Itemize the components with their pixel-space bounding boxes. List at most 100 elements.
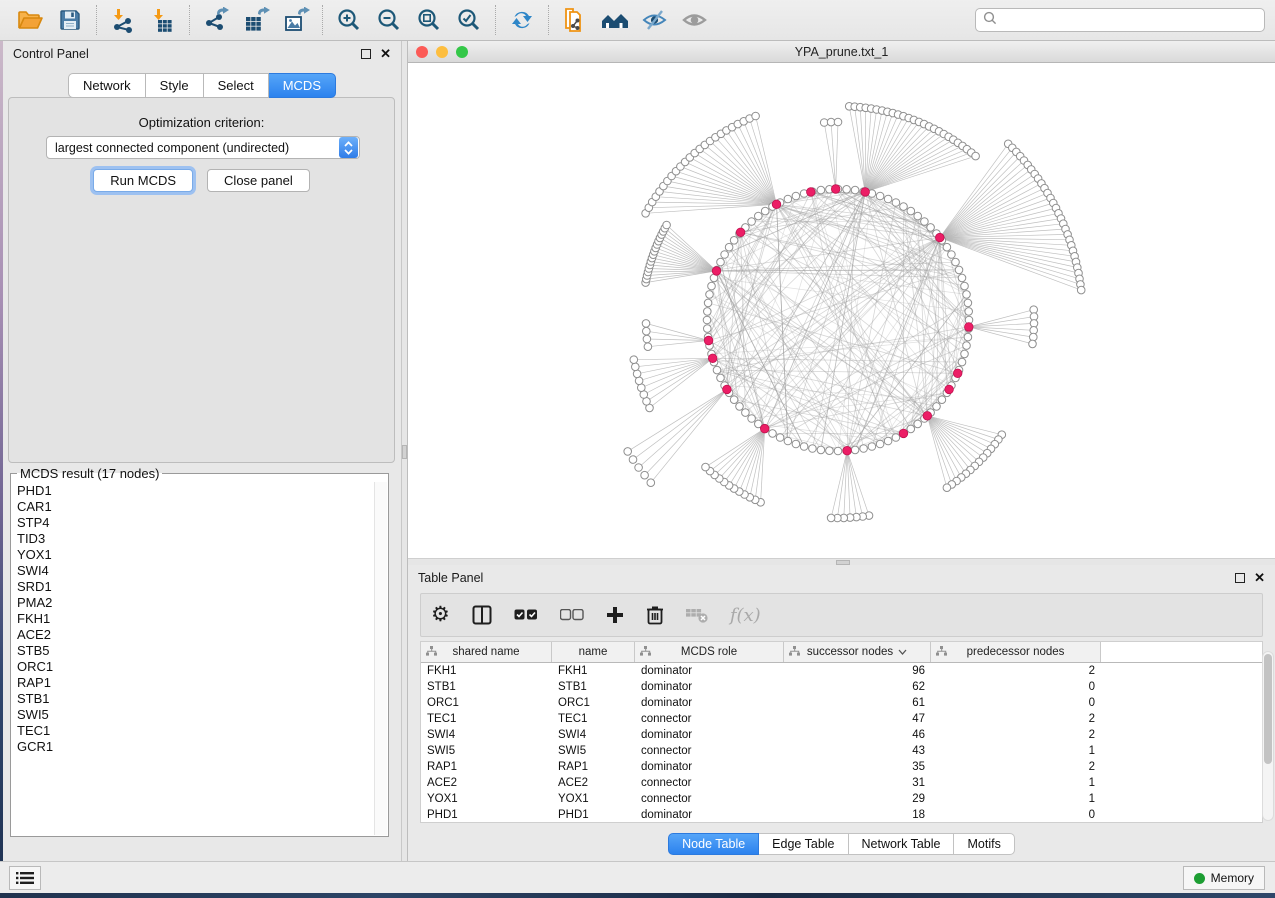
import-table-button[interactable]	[143, 3, 183, 37]
cell[interactable]: SWI4	[421, 727, 552, 743]
splitter-grip[interactable]	[402, 445, 407, 459]
optimization-criterion-select[interactable]: largest connected component (undirected)	[46, 136, 360, 159]
cell[interactable]: 31	[784, 775, 931, 791]
task-history-button[interactable]	[9, 866, 41, 890]
cell[interactable]: 2	[931, 711, 1101, 727]
zoom-selected-button[interactable]	[449, 3, 489, 37]
search-input[interactable]	[998, 13, 1258, 27]
cell[interactable]: STB1	[421, 679, 552, 695]
apply-layout-button[interactable]	[502, 3, 542, 37]
table-row[interactable]: ACE2ACE2connector311	[421, 775, 1262, 791]
mcds-result-item[interactable]: SRD1	[17, 579, 372, 595]
mcds-result-item[interactable]: GCR1	[17, 739, 372, 755]
cell[interactable]: 35	[784, 759, 931, 775]
tab-network[interactable]: Network	[68, 73, 146, 98]
cell[interactable]: 1	[931, 743, 1101, 759]
mcds-result-item[interactable]: TID3	[17, 531, 372, 547]
cell[interactable]: dominator	[635, 807, 784, 823]
tab-mcds[interactable]: MCDS	[269, 73, 336, 98]
horizontal-splitter[interactable]	[408, 558, 1275, 565]
cell[interactable]: ACE2	[552, 775, 635, 791]
cell[interactable]: FKH1	[552, 663, 635, 679]
cell[interactable]: PHD1	[552, 807, 635, 823]
column-header-successor-nodes[interactable]: successor nodes	[784, 642, 931, 662]
import-network-button[interactable]	[103, 3, 143, 37]
cell[interactable]: connector	[635, 791, 784, 807]
vertical-splitter[interactable]	[401, 41, 408, 861]
network-canvas[interactable]	[408, 63, 1275, 558]
cell[interactable]: 0	[931, 679, 1101, 695]
cell[interactable]: RAP1	[421, 759, 552, 775]
table-row[interactable]: RAP1RAP1dominator352	[421, 759, 1262, 775]
first-neighbors-button[interactable]	[595, 3, 635, 37]
cell[interactable]: dominator	[635, 759, 784, 775]
table-row[interactable]: STB1STB1dominator620	[421, 679, 1262, 695]
mcds-result-item[interactable]: STB5	[17, 643, 372, 659]
mcds-result-item[interactable]: ORC1	[17, 659, 372, 675]
cell[interactable]: STB1	[552, 679, 635, 695]
run-mcds-button[interactable]: Run MCDS	[93, 169, 193, 192]
cell[interactable]: dominator	[635, 727, 784, 743]
cell[interactable]: connector	[635, 743, 784, 759]
column-panes-icon[interactable]	[472, 605, 492, 625]
cell[interactable]: 0	[931, 807, 1101, 823]
cell[interactable]: 29	[784, 791, 931, 807]
deselect-all-checkboxes-icon[interactable]	[560, 609, 584, 621]
mcds-result-item[interactable]: PHD1	[17, 483, 372, 499]
cell[interactable]: YOX1	[421, 791, 552, 807]
cell[interactable]: dominator	[635, 679, 784, 695]
mcds-result-item[interactable]: ACE2	[17, 627, 372, 643]
cell[interactable]: ACE2	[421, 775, 552, 791]
mcds-result-item[interactable]: SWI4	[17, 563, 372, 579]
cell[interactable]: SWI5	[552, 743, 635, 759]
column-header-MCDS-role[interactable]: MCDS role	[635, 642, 784, 662]
cell[interactable]: TEC1	[421, 711, 552, 727]
cell[interactable]: 0	[931, 695, 1101, 711]
network-graph[interactable]	[408, 63, 1275, 558]
export-network-button[interactable]	[196, 3, 236, 37]
cell[interactable]: 2	[931, 663, 1101, 679]
table-row[interactable]: YOX1YOX1connector291	[421, 791, 1262, 807]
zoom-in-button[interactable]	[329, 3, 369, 37]
cell[interactable]: 62	[784, 679, 931, 695]
memory-button[interactable]: Memory	[1183, 866, 1265, 890]
cell[interactable]: TEC1	[552, 711, 635, 727]
cell[interactable]: YOX1	[552, 791, 635, 807]
cell[interactable]: connector	[635, 711, 784, 727]
cell[interactable]: SWI4	[552, 727, 635, 743]
table-row[interactable]: TEC1TEC1connector472	[421, 711, 1262, 727]
network-search-box[interactable]	[975, 8, 1265, 32]
cell[interactable]: 61	[784, 695, 931, 711]
select-all-checkboxes-icon[interactable]	[514, 609, 538, 621]
float-panel-icon[interactable]	[361, 49, 371, 59]
delete-column-icon[interactable]	[646, 605, 664, 625]
cell[interactable]: 1	[931, 775, 1101, 791]
network-window-titlebar[interactable]: YPA_prune.txt_1	[408, 41, 1275, 63]
cell[interactable]: 2	[931, 759, 1101, 775]
zoom-out-button[interactable]	[369, 3, 409, 37]
cell[interactable]: 47	[784, 711, 931, 727]
zoom-fit-button[interactable]	[409, 3, 449, 37]
settings-gear-icon[interactable]: ⚙	[431, 605, 450, 625]
column-header-shared-name[interactable]: shared name	[421, 642, 552, 662]
tab-motifs[interactable]: Motifs	[954, 833, 1014, 855]
cell[interactable]: 1	[931, 791, 1101, 807]
mcds-result-item[interactable]: FKH1	[17, 611, 372, 627]
cell[interactable]: RAP1	[552, 759, 635, 775]
mcds-result-item[interactable]: STP4	[17, 515, 372, 531]
column-header-predecessor-nodes[interactable]: predecessor nodes	[931, 642, 1101, 662]
tab-select[interactable]: Select	[204, 73, 269, 98]
close-panel-button[interactable]: Close panel	[207, 169, 310, 192]
close-panel-icon[interactable]: ✕	[380, 49, 391, 59]
float-panel-icon[interactable]	[1235, 573, 1245, 583]
mcds-result-item[interactable]: SWI5	[17, 707, 372, 723]
mcds-result-item[interactable]: TEC1	[17, 723, 372, 739]
table-scrollbar[interactable]	[1262, 651, 1274, 821]
mcds-result-item[interactable]: YOX1	[17, 547, 372, 563]
cell[interactable]: 43	[784, 743, 931, 759]
open-session-button[interactable]	[10, 3, 50, 37]
column-header-name[interactable]: name	[552, 642, 635, 662]
mcds-result-item[interactable]: PMA2	[17, 595, 372, 611]
cell[interactable]: dominator	[635, 695, 784, 711]
cell[interactable]: SWI5	[421, 743, 552, 759]
